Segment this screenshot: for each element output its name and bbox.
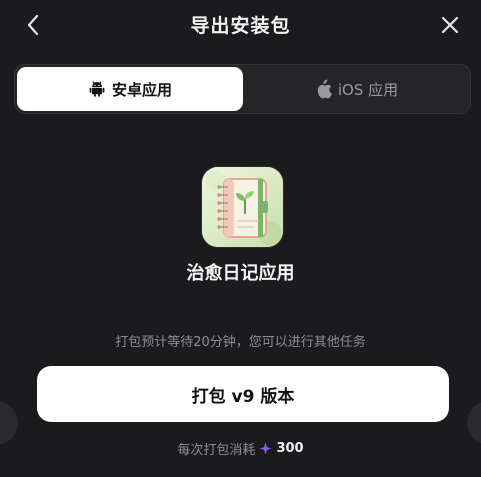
app-icon [202, 167, 283, 247]
wait-hint: 打包预计等待20分钟，您可以进行其他任务 [115, 335, 366, 350]
header: 导出安装包 [0, 0, 481, 50]
cost-value: 300 [276, 441, 304, 456]
sparkle-icon [259, 442, 272, 455]
cost-label: 每次打包消耗 [177, 443, 256, 458]
pack-version-button[interactable]: 打包 v9 版本 [37, 366, 449, 422]
app-name: 治愈日记应用 [186, 263, 295, 284]
tab-android[interactable]: 安卓应用 [17, 67, 243, 111]
tab-ios-label: iOS 应用 [337, 80, 399, 99]
tab-android-label: 安卓应用 [111, 80, 172, 99]
platform-tabs: 安卓应用 iOS 应用 [14, 64, 471, 114]
notebook-sprout-icon [202, 167, 283, 247]
export-package-sheet: 导出安装包 安卓应用 iOS 应用 治愈日记应用 打包预计等待20分钟，您可以进… [0, 0, 481, 477]
pack-cost: 每次打包消耗 300 [0, 439, 481, 458]
apple-icon [314, 79, 332, 99]
android-icon [88, 80, 106, 98]
tab-ios[interactable]: iOS 应用 [245, 67, 467, 111]
page-title: 导出安装包 [190, 15, 291, 37]
close-button[interactable] [437, 12, 463, 38]
close-icon [441, 16, 459, 34]
